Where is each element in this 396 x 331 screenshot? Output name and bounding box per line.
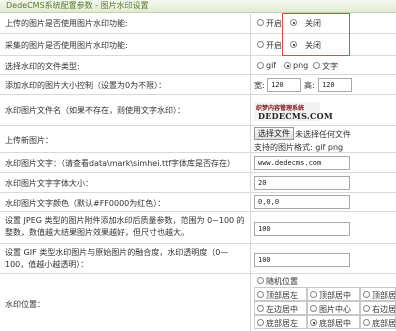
position-top-right-label: 顶部居右 — [372, 291, 396, 300]
position-center-cell: 图片中心 — [307, 301, 360, 315]
row-watermark-text: 水印图片文字：（请查看data\mark\simhei.ttf字体库是否存在） … — [0, 153, 396, 173]
supported-formats-text: 支持的图片格式: gif png — [254, 143, 344, 152]
jpeg-quality-input[interactable]: 100 — [254, 222, 350, 236]
row-watermark-text-size: 水印图片文字字体大小： 20 — [0, 173, 396, 193]
position-bottom-right-label: 底部居右 — [372, 319, 396, 328]
watermark-file-label: 水印图片文件名（如果不存在，则使用文字水印）： — [5, 106, 185, 115]
watermark-width-label: 宽: — [254, 81, 265, 90]
upload-new-label: 上传新图片： — [5, 136, 53, 145]
highlight-box — [282, 13, 350, 56]
position-bottom-left-cell: 底部居左 — [254, 315, 307, 329]
row-watermark-text-color: 水印图片文字颜色（默认#FF0000为红色）： 0,0,0 — [0, 193, 396, 212]
gif-blend-input[interactable]: 100 — [254, 253, 350, 267]
row-watermark-type: 选择水印的文件类型: gif png 文字 — [0, 56, 396, 75]
jpeg-quality-label: 设置 JPEG 类型的图片附件添加水印后质量参数，范围为 0~100 的整数，数… — [5, 216, 245, 237]
row-watermark-size: 添加水印的图片大小控制（设置为0为不限）： 宽: 120 高: 120 — [0, 75, 396, 95]
watermark-position-label: 水印位置： — [5, 300, 45, 309]
position-bottom-right-cell: 底部居右 — [360, 315, 396, 329]
page-title: DedeCMS系统配置参数 - 图片水印设置 — [6, 1, 149, 10]
watermark-type-label: 选择水印的文件类型: — [5, 62, 80, 71]
position-random-radio[interactable] — [257, 277, 264, 284]
watermark-text-color-input[interactable]: 0,0,0 — [254, 195, 350, 209]
position-mid-left-cell: 左边居中 — [254, 301, 307, 315]
position-top-center-cell: 顶部居中 — [307, 287, 360, 301]
row-upload-new: 上传新图片： 选择文件 未选择任何文件 支持的图片格式: gif png — [0, 126, 396, 153]
row-jpeg-quality: 设置 JPEG 类型的图片附件添加水印后质量参数，范围为 0~100 的整数，数… — [0, 212, 396, 244]
position-bottom-left-label: 底部居左 — [266, 319, 298, 328]
position-bottom-center-cell: 底部居中 — [307, 315, 360, 329]
position-mid-right-radio[interactable] — [363, 305, 370, 312]
row-watermark-file: 水印图片文件名（如果不存在，则使用文字水印）： — [0, 95, 396, 126]
watermark-preview-image: 织梦内容管理系统 DEDECMS.COM — [254, 102, 333, 121]
position-bottom-right-radio[interactable] — [363, 319, 370, 326]
collect-watermark-on-radio[interactable] — [257, 41, 264, 48]
watermark-type-gif-label: gif — [266, 61, 277, 70]
row-gif-blend: 设置 GIF 类型水印图片与原始图片的融合度，水印透明度（0—100，值越小越透… — [0, 244, 396, 274]
watermark-type-gif-radio[interactable] — [257, 62, 264, 69]
position-mid-left-radio[interactable] — [257, 305, 264, 312]
upload-watermark-on-radio[interactable] — [257, 19, 264, 26]
position-bottom-left-radio[interactable] — [257, 319, 264, 326]
watermark-preview-line2: DEDECMS.COM — [258, 111, 334, 121]
watermark-size-label: 添加水印的图片大小控制（设置为0为不限）： — [5, 81, 167, 90]
position-random-label: 随机位置 — [266, 277, 298, 286]
no-file-text: 未选择任何文件 — [295, 130, 351, 139]
collect-watermark-on-label: 开启 — [266, 41, 282, 50]
upload-watermark-label: 上传的图片是否使用图片水印功能: — [5, 19, 128, 28]
watermark-height-input[interactable]: 120 — [318, 78, 352, 92]
position-top-left-radio[interactable] — [257, 291, 264, 298]
watermark-text-size-label: 水印图片文字字体大小： — [5, 179, 93, 188]
position-top-right-cell: 顶部居右 — [360, 287, 396, 301]
row-watermark-position: 水印位置： 随机位置 顶部居左 顶部居中 顶部居右 左边居中 图片中心 右边居中… — [0, 274, 396, 331]
position-mid-left-label: 左边居中 — [266, 305, 298, 314]
position-center-label: 图片中心 — [319, 305, 351, 314]
position-mid-right-cell: 右边居中 — [360, 301, 396, 315]
choose-file-button[interactable]: 选择文件 — [254, 127, 294, 140]
upload-watermark-on-label: 开启 — [266, 19, 282, 28]
position-mid-right-label: 右边居中 — [372, 305, 396, 314]
position-top-left-label: 顶部居左 — [266, 291, 298, 300]
watermark-text-label: 水印图片文字：（请查看data\mark\simhei.ttf字体库是否存在） — [5, 159, 236, 168]
watermark-height-label: 高: — [304, 81, 315, 90]
watermark-text-size-input[interactable]: 20 — [254, 176, 350, 190]
position-top-center-radio[interactable] — [310, 291, 317, 298]
watermark-text-input[interactable]: www.dedecms.com — [254, 156, 350, 170]
position-bottom-center-radio[interactable] — [310, 319, 317, 326]
position-top-right-radio[interactable] — [363, 291, 370, 298]
collect-watermark-label: 采集的图片是否使用图片水印功能: — [5, 41, 128, 50]
watermark-type-png-label: png — [293, 61, 309, 70]
watermark-type-png-radio[interactable] — [284, 62, 291, 69]
watermark-width-input[interactable]: 120 — [267, 78, 301, 92]
position-top-left-cell: 顶部居左 — [254, 287, 307, 301]
position-top-center-label: 顶部居中 — [319, 291, 351, 300]
position-center-radio[interactable] — [310, 305, 317, 312]
position-bottom-center-label: 底部居中 — [319, 319, 351, 328]
watermark-text-color-label: 水印图片文字颜色（默认#FF0000为红色）： — [5, 199, 166, 208]
watermark-type-text-label: 文字 — [322, 62, 338, 71]
gif-blend-label: 设置 GIF 类型水印图片与原始图片的融合度，水印透明度（0—100，值越小越透… — [5, 248, 229, 269]
watermark-type-text-radio[interactable] — [313, 62, 320, 69]
